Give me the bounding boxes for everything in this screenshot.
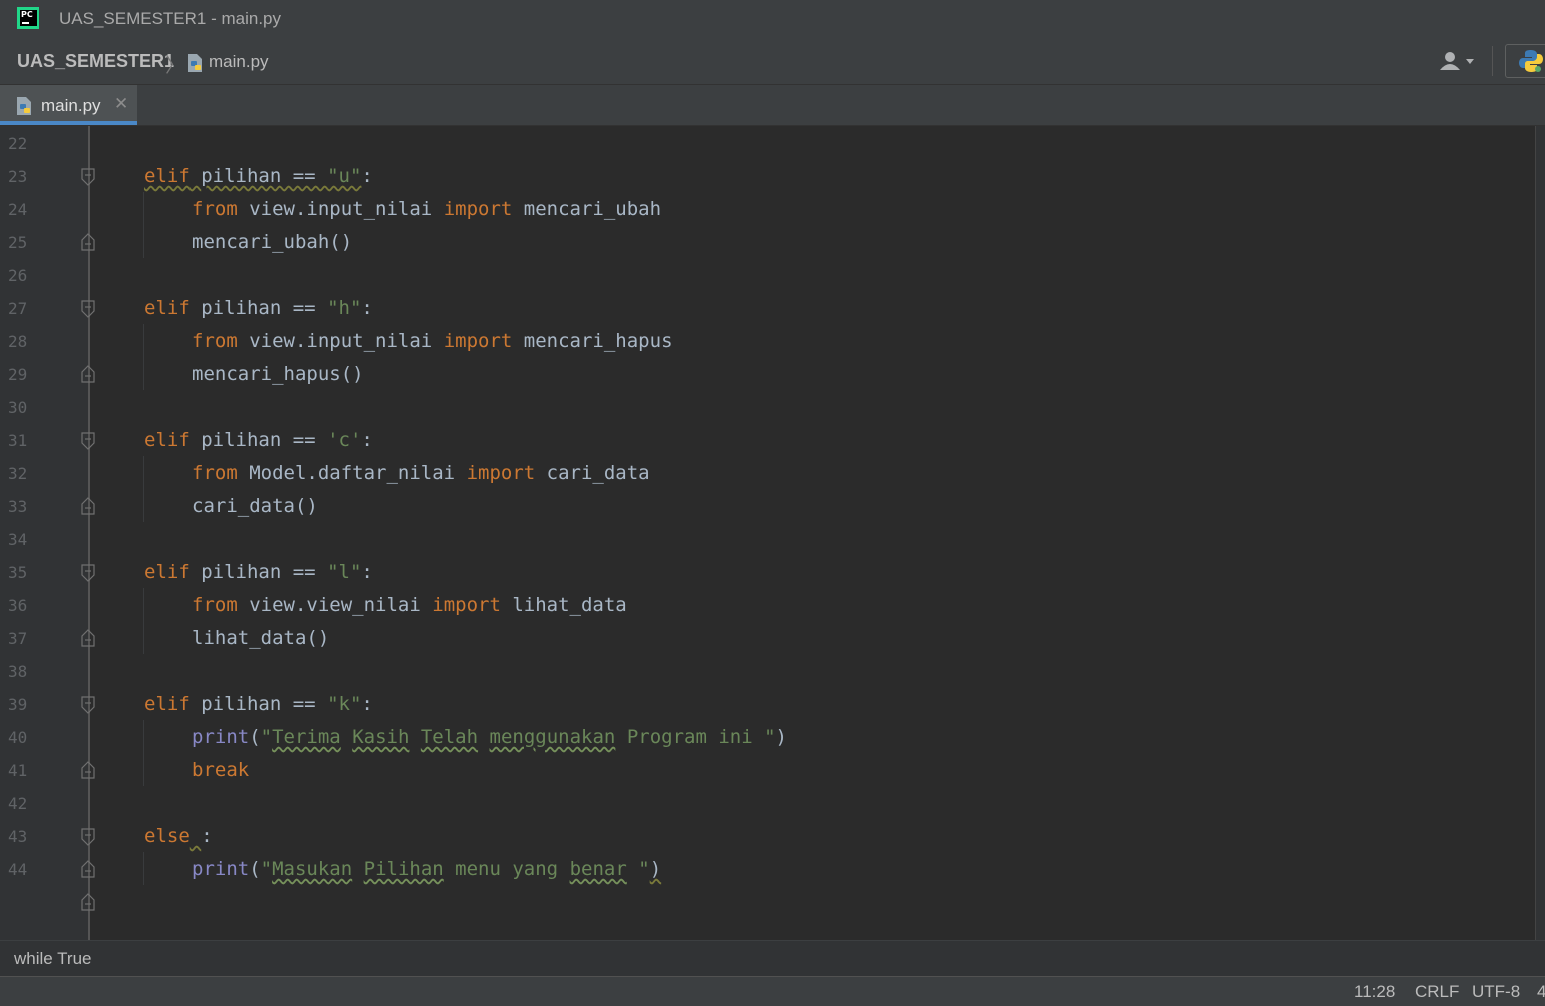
code-line-43[interactable]: else :: [144, 824, 213, 848]
editor-scrollbar[interactable]: [1535, 126, 1545, 940]
code-line-25[interactable]: mencari_ubah(): [192, 230, 352, 254]
line-number: 29: [8, 365, 28, 384]
code-line-27[interactable]: elif pilihan == "h":: [144, 296, 373, 320]
fold-open-icon[interactable]: [81, 564, 95, 582]
file-encoding[interactable]: UTF-8: [1472, 982, 1520, 1002]
indent-setting[interactable]: 4: [1537, 982, 1545, 1002]
line-number: 28: [8, 332, 28, 351]
line-number: 34: [8, 530, 28, 549]
code-line-35[interactable]: elif pilihan == "l":: [144, 560, 373, 584]
line-number: 23: [8, 167, 28, 186]
python-file-icon: [17, 97, 31, 115]
code-line-36[interactable]: from view.view_nilai import lihat_data: [192, 593, 627, 617]
fold-open-icon[interactable]: [81, 168, 95, 186]
python-file-icon: [188, 54, 202, 72]
code-line-23[interactable]: elif pilihan == "u":: [144, 164, 373, 188]
line-number: 35: [8, 563, 28, 582]
line-number: 22: [8, 134, 28, 153]
breadcrumb-project[interactable]: UAS_SEMESTER1: [17, 51, 174, 72]
code-editor[interactable]: 22 23 24 25 26 27 28 29 30 31 32 33 34 3…: [0, 126, 1545, 940]
indent-guide: [143, 192, 144, 258]
fold-open-icon[interactable]: [81, 828, 95, 846]
line-number: 31: [8, 431, 28, 450]
active-tab-indicator: [0, 121, 137, 125]
navigation-bar: UAS_SEMESTER1 〉 main.py: [0, 40, 1545, 85]
line-number: 24: [8, 200, 28, 219]
user-dropdown-icon[interactable]: [1438, 50, 1480, 72]
status-bar: 11:28 CRLF UTF-8 4: [0, 976, 1545, 1006]
breadcrumb-file[interactable]: main.py: [209, 52, 269, 72]
line-number: 44: [8, 860, 28, 879]
title-bar: PC UAS_SEMESTER1 - main.py: [0, 0, 1545, 40]
fold-close-icon[interactable]: [81, 629, 95, 647]
line-number: 37: [8, 629, 28, 648]
indent-guide: [143, 720, 144, 786]
code-line-39[interactable]: elif pilihan == "k":: [144, 692, 373, 716]
line-number: 38: [8, 662, 28, 681]
indent-guide: [143, 852, 144, 885]
python-icon: [1519, 50, 1543, 72]
code-line-29[interactable]: mencari_hapus(): [192, 362, 364, 386]
line-number: 26: [8, 266, 28, 285]
caret-position[interactable]: 11:28: [1354, 982, 1395, 1002]
fold-open-icon[interactable]: [81, 300, 95, 318]
close-icon[interactable]: ✕: [114, 94, 128, 114]
indent-guide: [143, 324, 144, 390]
line-number: 36: [8, 596, 28, 615]
fold-open-icon[interactable]: [81, 696, 95, 714]
fold-close-icon[interactable]: [81, 893, 95, 911]
line-number: 41: [8, 761, 28, 780]
code-breadcrumb-bar: while True: [0, 940, 1545, 976]
code-line-32[interactable]: from Model.daftar_nilai import cari_data: [192, 461, 650, 485]
fold-close-icon[interactable]: [81, 233, 95, 251]
fold-close-icon[interactable]: [81, 497, 95, 515]
tab-label: main.py: [41, 96, 101, 115]
indent-guide: [143, 456, 144, 522]
tab-main-py[interactable]: main.py ✕: [0, 85, 137, 125]
line-number: 32: [8, 464, 28, 483]
window-title: UAS_SEMESTER1 - main.py: [59, 9, 282, 28]
code-breadcrumb[interactable]: while True: [14, 949, 91, 969]
code-line-37[interactable]: lihat_data(): [192, 626, 329, 650]
editor-tab-bar: main.py ✕: [0, 85, 1545, 126]
code-line-33[interactable]: cari_data(): [192, 494, 318, 518]
breadcrumb-separator-icon: 〉: [165, 53, 185, 77]
toolbar-divider: [1492, 46, 1493, 76]
code-line-28[interactable]: from view.input_nilai import mencari_hap…: [192, 329, 673, 353]
line-number: 30: [8, 398, 28, 417]
python-interpreter-button[interactable]: [1505, 44, 1545, 78]
fold-open-icon[interactable]: [81, 432, 95, 450]
line-separator[interactable]: CRLF: [1415, 982, 1459, 1002]
line-number: 27: [8, 299, 28, 318]
line-number: 42: [8, 794, 28, 813]
fold-close-icon[interactable]: [81, 761, 95, 779]
fold-close-icon[interactable]: [81, 860, 95, 878]
pycharm-logo-icon: PC: [17, 7, 39, 29]
code-line-24[interactable]: from view.input_nilai import mencari_uba…: [192, 197, 661, 221]
line-number: 39: [8, 695, 28, 714]
code-line-44[interactable]: print("Masukan Pilihan menu yang benar "…: [192, 857, 661, 881]
code-line-40[interactable]: print("Terima Kasih Telah menggunakan Pr…: [192, 725, 787, 749]
line-number: 43: [8, 827, 28, 846]
code-line-41[interactable]: break: [192, 758, 249, 782]
fold-close-icon[interactable]: [81, 365, 95, 383]
line-number: 40: [8, 728, 28, 747]
line-number: 25: [8, 233, 28, 252]
indent-guide: [143, 588, 144, 654]
code-line-31[interactable]: elif pilihan == 'c':: [144, 428, 373, 452]
line-number: 33: [8, 497, 28, 516]
